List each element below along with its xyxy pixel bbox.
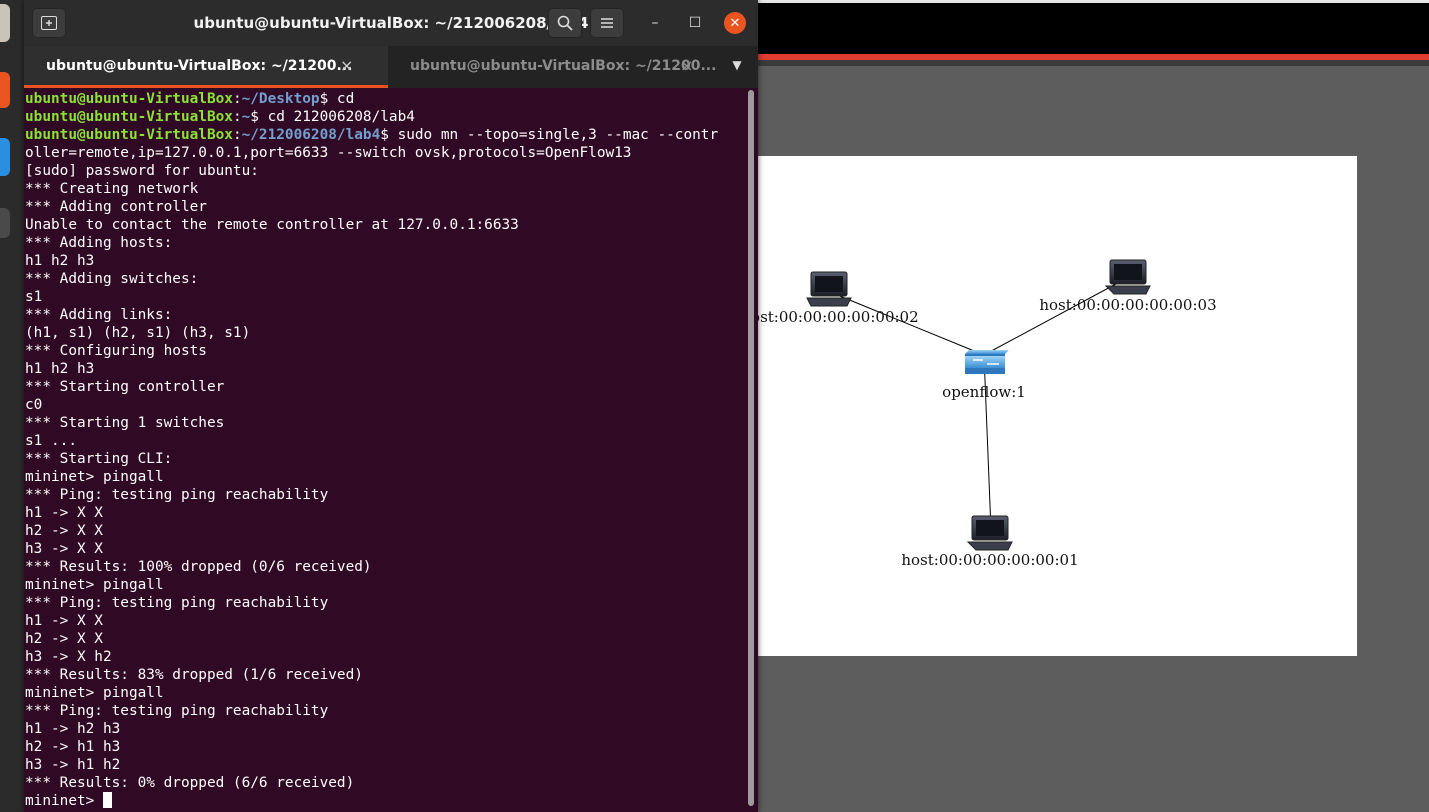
menu-button[interactable]	[590, 8, 624, 38]
output-line: oller=remote,ip=127.0.0.1,port=6633 --sw…	[25, 145, 632, 161]
output-line: h3 -> X h2	[25, 649, 112, 665]
output-line: h1 -> X X	[25, 613, 103, 629]
openflow-switch-icon[interactable]	[965, 350, 1009, 374]
terminal-scrollbar[interactable]	[748, 90, 754, 806]
topology-canvas[interactable]: host:00:00:00:00:00:02 host:00:00:00:00:…	[755, 156, 1357, 656]
output-line: *** Adding controller	[25, 199, 207, 215]
output-line: *** Configuring hosts	[25, 343, 207, 359]
output-line: *** Results: 83% dropped (1/6 received)	[25, 667, 363, 683]
output-line: *** Results: 0% dropped (6/6 received)	[25, 775, 355, 791]
tabs-dropdown-icon[interactable]: ▼	[728, 58, 746, 76]
host-02-label: host:00:00:00:00:00:02	[755, 308, 919, 326]
output-line: h2 -> X X	[25, 523, 103, 539]
output-line: h2 -> h1 h3	[25, 739, 121, 755]
host-01-laptop-icon[interactable]	[966, 515, 1013, 551]
tab-terminal-2[interactable]: ubuntu@ubuntu-VirtualBox: ~/21200... ×	[388, 46, 718, 88]
output-line: h1 h2 h3	[25, 253, 95, 269]
output-line: h3 -> h1 h2	[25, 757, 121, 773]
output-line: [sudo] password for ubuntu:	[25, 163, 259, 179]
terminal-titlebar[interactable]: ubuntu@ubuntu-VirtualBox: ~/212006208/la…	[24, 0, 758, 46]
output-line: h1 h2 h3	[25, 361, 95, 377]
host-03-laptop-icon[interactable]	[1104, 259, 1151, 295]
host-02-laptop-icon[interactable]	[806, 271, 852, 307]
close-button[interactable]: ✕	[724, 12, 746, 34]
minimize-button[interactable]: –	[644, 12, 666, 34]
output-line: Unable to contact the remote controller …	[25, 217, 519, 233]
topology-viewer-window: host:00:00:00:00:00:02 host:00:00:00:00:…	[755, 0, 1429, 812]
tab-close-icon[interactable]: ×	[340, 46, 353, 86]
host-03-label: host:00:00:00:00:00:03	[1039, 296, 1216, 314]
output-line: c0	[25, 397, 43, 413]
output-line: *** Starting CLI:	[25, 451, 173, 467]
host-01-label: host:00:00:00:00:00:01	[901, 551, 1078, 569]
prompt-command: sudo mn --topo=single,3 --mac --contr	[397, 127, 719, 143]
output-line: *** Adding hosts:	[25, 235, 173, 251]
tab-label: ubuntu@ubuntu-VirtualBox: ~/21200...	[410, 58, 717, 74]
output-line: *** Creating network	[25, 181, 199, 197]
output-line: *** Ping: testing ping reachability	[25, 487, 329, 503]
output-line: h1 -> X X	[25, 505, 103, 521]
dock-terminal-icon[interactable]	[0, 208, 10, 238]
viewer-toolbar	[755, 60, 1429, 66]
output-line: s1	[25, 289, 43, 305]
prompt-line: ubuntu@ubuntu-VirtualBox:~/212006208/lab…	[25, 127, 719, 143]
topology-graph: host:00:00:00:00:00:02 host:00:00:00:00:…	[755, 259, 1217, 569]
output-line: *** Adding links:	[25, 307, 173, 323]
output-line: (h1, s1) (h2, s1) (h3, s1)	[25, 325, 251, 341]
tab-terminal-1[interactable]: ubuntu@ubuntu-VirtualBox: ~/21200... ×	[24, 46, 388, 88]
output-line: *** Ping: testing ping reachability	[25, 703, 329, 719]
output-line: mininet> pingall	[25, 685, 164, 701]
link-switch-host-01	[983, 354, 992, 531]
prompt-command: cd 212006208/lab4	[267, 109, 415, 125]
prompt-line: ubuntu@ubuntu-VirtualBox:~$ cd 212006208…	[25, 109, 415, 125]
tab-label: ubuntu@ubuntu-VirtualBox: ~/21200...	[46, 58, 353, 74]
output-line: s1 ...	[25, 433, 77, 449]
terminal-output-area[interactable]: ubuntu@ubuntu-VirtualBox:~/Desktop$ cd u…	[24, 88, 748, 812]
maximize-button[interactable]: ☐	[684, 12, 706, 34]
prompt-line: ubuntu@ubuntu-VirtualBox:~/Desktop$ cd	[25, 91, 355, 107]
dock-software-icon[interactable]	[0, 72, 10, 108]
dock-help-icon[interactable]	[0, 138, 10, 176]
dock	[0, 0, 24, 812]
dock-files-icon[interactable]	[0, 4, 10, 42]
output-line: h2 -> X X	[25, 631, 103, 647]
prompt-user: ubuntu@ubuntu-VirtualBox	[25, 109, 233, 125]
prompt-path: ~	[241, 109, 251, 125]
current-prompt: mininet>	[25, 793, 103, 809]
text-cursor	[102, 792, 112, 808]
search-icon	[557, 15, 573, 31]
prompt-path: ~/Desktop	[241, 91, 320, 107]
output-line: mininet> pingall	[25, 577, 164, 593]
link-switch-host-03	[983, 277, 1128, 356]
switch-label: openflow:1	[942, 383, 1026, 401]
prompt-command: cd	[336, 91, 355, 107]
tab-bar: ubuntu@ubuntu-VirtualBox: ~/21200... × u…	[24, 46, 758, 88]
prompt-user: ubuntu@ubuntu-VirtualBox	[25, 127, 233, 143]
viewer-header	[755, 0, 1429, 56]
output-line: *** Starting 1 switches	[25, 415, 225, 431]
output-line: *** Ping: testing ping reachability	[25, 595, 329, 611]
prompt-path: ~/212006208/lab4	[241, 127, 381, 143]
command-output: oller=remote,ip=127.0.0.1,port=6633 --sw…	[25, 145, 631, 791]
output-line: mininet> pingall	[25, 469, 164, 485]
search-button[interactable]	[548, 8, 582, 38]
terminal-text: ubuntu@ubuntu-VirtualBox:~/Desktop$ cd u…	[24, 88, 748, 810]
output-line: *** Adding switches:	[25, 271, 199, 287]
terminal-window: ubuntu@ubuntu-VirtualBox: ~/212006208/la…	[24, 0, 758, 812]
tab-close-icon[interactable]: ×	[680, 46, 693, 86]
output-line: *** Results: 100% dropped (0/6 received)	[25, 559, 372, 575]
hamburger-menu-icon	[601, 18, 613, 28]
output-line: h1 -> h2 h3	[25, 721, 121, 737]
output-line: h3 -> X X	[25, 541, 103, 557]
prompt-user: ubuntu@ubuntu-VirtualBox	[25, 91, 233, 107]
output-line: *** Starting controller	[25, 379, 225, 395]
